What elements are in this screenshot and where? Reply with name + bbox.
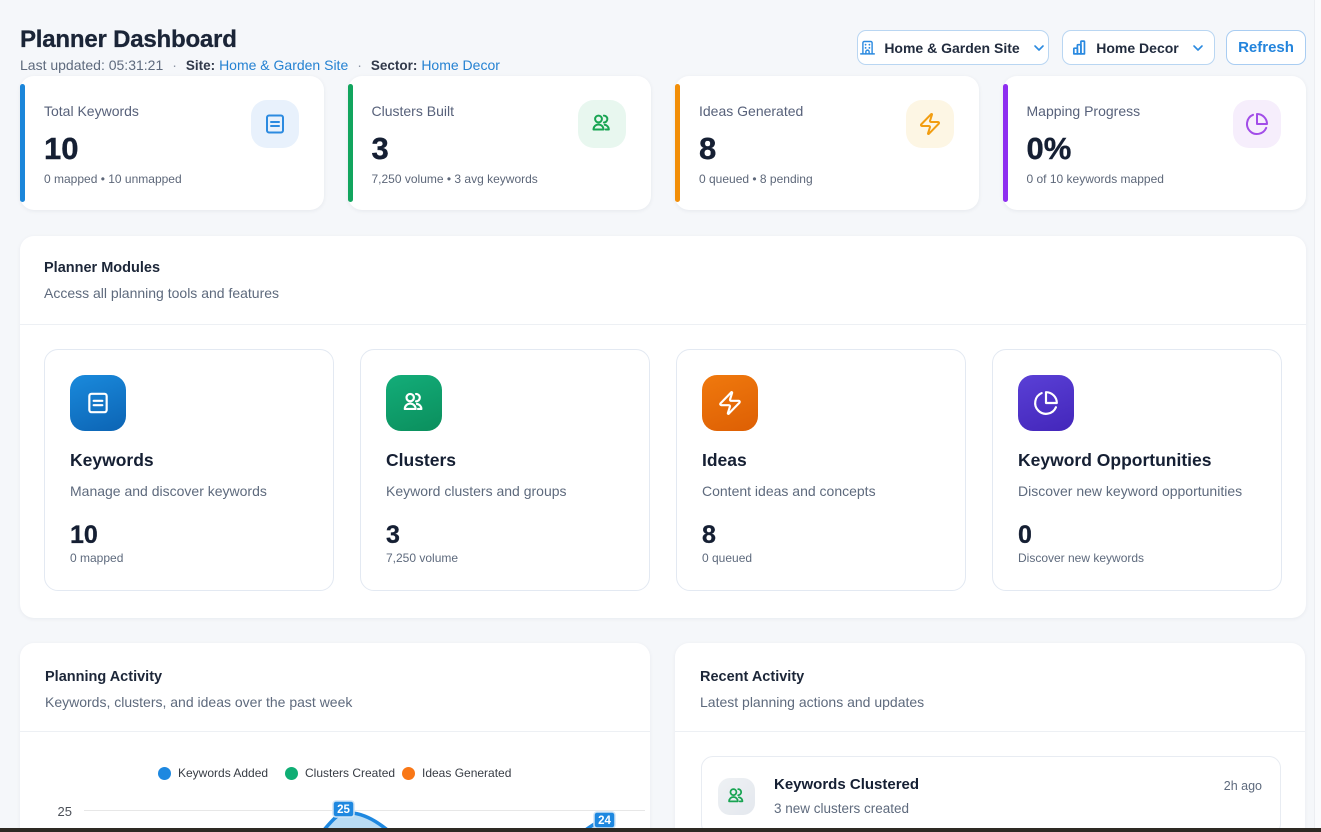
svg-text:24: 24 — [598, 815, 611, 827]
svg-text:25: 25 — [337, 804, 350, 816]
